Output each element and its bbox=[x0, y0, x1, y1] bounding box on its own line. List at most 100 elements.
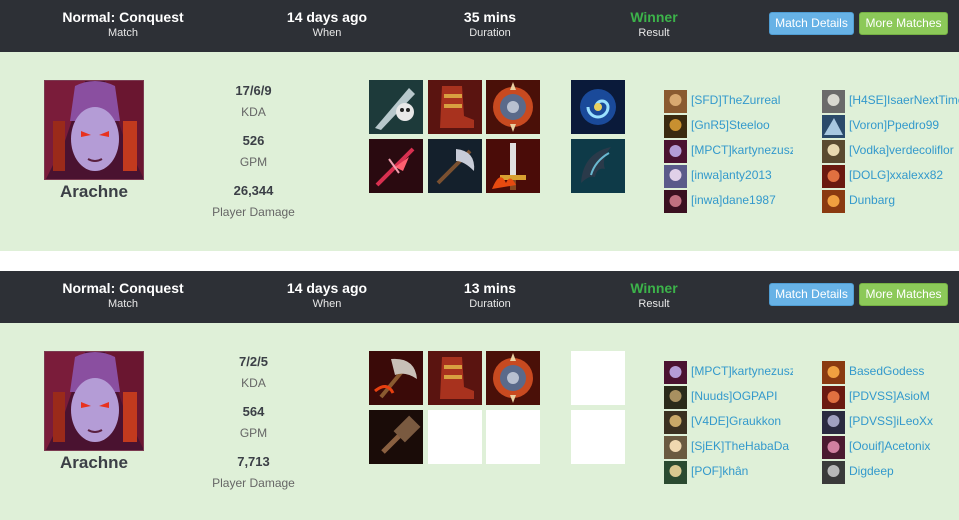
player-avatar-icon bbox=[822, 90, 845, 113]
player-avatar-icon bbox=[664, 411, 687, 434]
player-name-link[interactable]: [SFD]TheZurreal bbox=[691, 93, 793, 107]
match-mode-value: Normal: Conquest bbox=[62, 9, 184, 25]
match-header: Normal: Conquest Match 14 days ago When … bbox=[0, 271, 959, 323]
damage-value: 7,713 bbox=[237, 454, 270, 469]
player-name-link[interactable]: [MPCT]kartynezusz bbox=[691, 143, 793, 157]
shield-item-icon[interactable] bbox=[486, 351, 540, 405]
hammer-item-icon[interactable] bbox=[369, 410, 423, 464]
match-result-label: Result bbox=[638, 27, 670, 39]
player-avatar-icon bbox=[822, 115, 845, 138]
player-name-link[interactable]: [Oouif]Acetonix bbox=[849, 439, 959, 453]
boots-item-icon[interactable] bbox=[428, 351, 482, 405]
player-avatar-icon bbox=[822, 140, 845, 163]
damage-label: Player Damage bbox=[212, 205, 295, 219]
gpm-stat: 526 GPM bbox=[196, 133, 311, 170]
player-avatar-icon bbox=[822, 165, 845, 188]
match-mode-label: Match bbox=[108, 27, 138, 39]
empty-item-slot bbox=[486, 410, 540, 464]
kda-value: 7/2/5 bbox=[239, 354, 268, 369]
match-when-label: When bbox=[312, 27, 342, 39]
gpm-value: 564 bbox=[242, 404, 265, 419]
more-matches-button[interactable]: More Matches bbox=[859, 12, 948, 35]
match-duration-value: 35 mins bbox=[463, 9, 517, 25]
player-name-link[interactable]: [PDVSS]iLeoXx bbox=[849, 414, 959, 428]
spiral-relic-icon[interactable] bbox=[571, 80, 625, 134]
match-duration-value: 13 mins bbox=[463, 280, 517, 296]
damage-value: 26,344 bbox=[233, 183, 274, 198]
gpm-label: GPM bbox=[239, 426, 268, 440]
damage-stat: 26,344 Player Damage bbox=[196, 183, 311, 220]
kda-stat: 17/6/9 KDA bbox=[196, 83, 311, 120]
match-duration: 13 mins Duration bbox=[445, 279, 535, 311]
gpm-label: GPM bbox=[239, 155, 268, 169]
more-matches-button[interactable]: More Matches bbox=[859, 283, 948, 306]
player-name-link[interactable]: [Vodka]verdecoliflor bbox=[849, 143, 959, 157]
match-result-value: Winner bbox=[630, 9, 678, 25]
player-name-link[interactable]: [Voron]Ppedro99 bbox=[849, 118, 959, 132]
match-result-value: Winner bbox=[630, 280, 678, 296]
god-portrait-icon bbox=[44, 80, 144, 180]
kda-value: 17/6/9 bbox=[235, 83, 272, 98]
player-name-link[interactable]: [Nuuds]OGPAPI bbox=[691, 389, 793, 403]
player-avatar-icon bbox=[664, 386, 687, 409]
match-header: Normal: Conquest Match 14 days ago When … bbox=[0, 0, 959, 52]
player-avatar-icon bbox=[822, 436, 845, 459]
empty-item-slot bbox=[428, 410, 482, 464]
boots-item-icon[interactable] bbox=[428, 80, 482, 134]
player-avatar-icon bbox=[822, 361, 845, 384]
match-when: 14 days ago When bbox=[272, 8, 382, 40]
god-name: Arachne bbox=[59, 182, 129, 201]
player-name-link[interactable]: [SjEK]TheHabaDa bbox=[691, 439, 793, 453]
player-name-link[interactable]: [H4SE]IsaerNextTime bbox=[849, 93, 959, 107]
skull-sword-item-icon[interactable] bbox=[369, 80, 423, 134]
damage-label: Player Damage bbox=[212, 476, 295, 490]
match-when-value: 14 days ago bbox=[286, 9, 368, 25]
match-mode-label: Match bbox=[108, 298, 138, 310]
player-name-link[interactable]: [DOLG]xxalexx82 bbox=[849, 168, 959, 182]
player-name-link[interactable]: [inwa]dane1987 bbox=[691, 193, 793, 207]
god-portrait-icon bbox=[44, 351, 144, 451]
player-name-link[interactable]: BasedGodess bbox=[849, 364, 959, 378]
match-result: Winner Result bbox=[614, 8, 694, 40]
player-name-link[interactable]: Dunbarg bbox=[849, 193, 959, 207]
match-body: Arachne 17/6/9 KDA 526 GPM 26,344 Player… bbox=[0, 52, 959, 251]
player-avatar-icon bbox=[822, 411, 845, 434]
wing-relic-icon[interactable] bbox=[571, 139, 625, 193]
kda-stat: 7/2/5 KDA bbox=[196, 354, 311, 391]
kda-label: KDA bbox=[241, 376, 266, 390]
player-avatar-icon bbox=[822, 386, 845, 409]
axe-item-icon[interactable] bbox=[369, 351, 423, 405]
match-details-button[interactable]: Match Details bbox=[769, 12, 854, 35]
player-avatar-icon bbox=[664, 436, 687, 459]
player-avatar-icon bbox=[664, 140, 687, 163]
gpm-stat: 564 GPM bbox=[196, 404, 311, 441]
match-result: Winner Result bbox=[614, 279, 694, 311]
player-name-link[interactable]: [MPCT]kartynezusz bbox=[691, 364, 793, 378]
match-mode: Normal: Conquest Match bbox=[58, 8, 188, 40]
player-name-link[interactable]: [V4DE]Graukkon bbox=[691, 414, 793, 428]
player-name-link[interactable]: [POF]khân bbox=[691, 464, 793, 478]
match-body: Arachne 7/2/5 KDA 564 GPM 7,713 Player D… bbox=[0, 323, 959, 520]
player-name-link[interactable]: [inwa]anty2013 bbox=[691, 168, 793, 182]
player-name-link[interactable]: Digdeep bbox=[849, 464, 959, 478]
player-avatar-icon bbox=[664, 115, 687, 138]
flame-sword-item-icon[interactable] bbox=[486, 139, 540, 193]
shield-item-icon[interactable] bbox=[486, 80, 540, 134]
match-when-label: When bbox=[312, 298, 342, 310]
player-name-link[interactable]: [PDVSS]AsioM bbox=[849, 389, 959, 403]
player-avatar-icon bbox=[822, 190, 845, 213]
match-duration-label: Duration bbox=[469, 27, 511, 39]
player-name-link[interactable]: [GnR5]Steeloo bbox=[691, 118, 793, 132]
kda-label: KDA bbox=[241, 105, 266, 119]
player-avatar-icon bbox=[664, 165, 687, 188]
match-mode-value: Normal: Conquest bbox=[62, 280, 184, 296]
match-details-button[interactable]: Match Details bbox=[769, 283, 854, 306]
damage-stat: 7,713 Player Damage bbox=[196, 454, 311, 491]
match-when-value: 14 days ago bbox=[286, 280, 368, 296]
match-duration-label: Duration bbox=[469, 298, 511, 310]
gpm-value: 526 bbox=[242, 133, 265, 148]
spiked-blade-item-icon[interactable] bbox=[369, 139, 423, 193]
player-avatar-icon bbox=[664, 461, 687, 484]
match-when: 14 days ago When bbox=[272, 279, 382, 311]
axe-item-icon[interactable] bbox=[428, 139, 482, 193]
